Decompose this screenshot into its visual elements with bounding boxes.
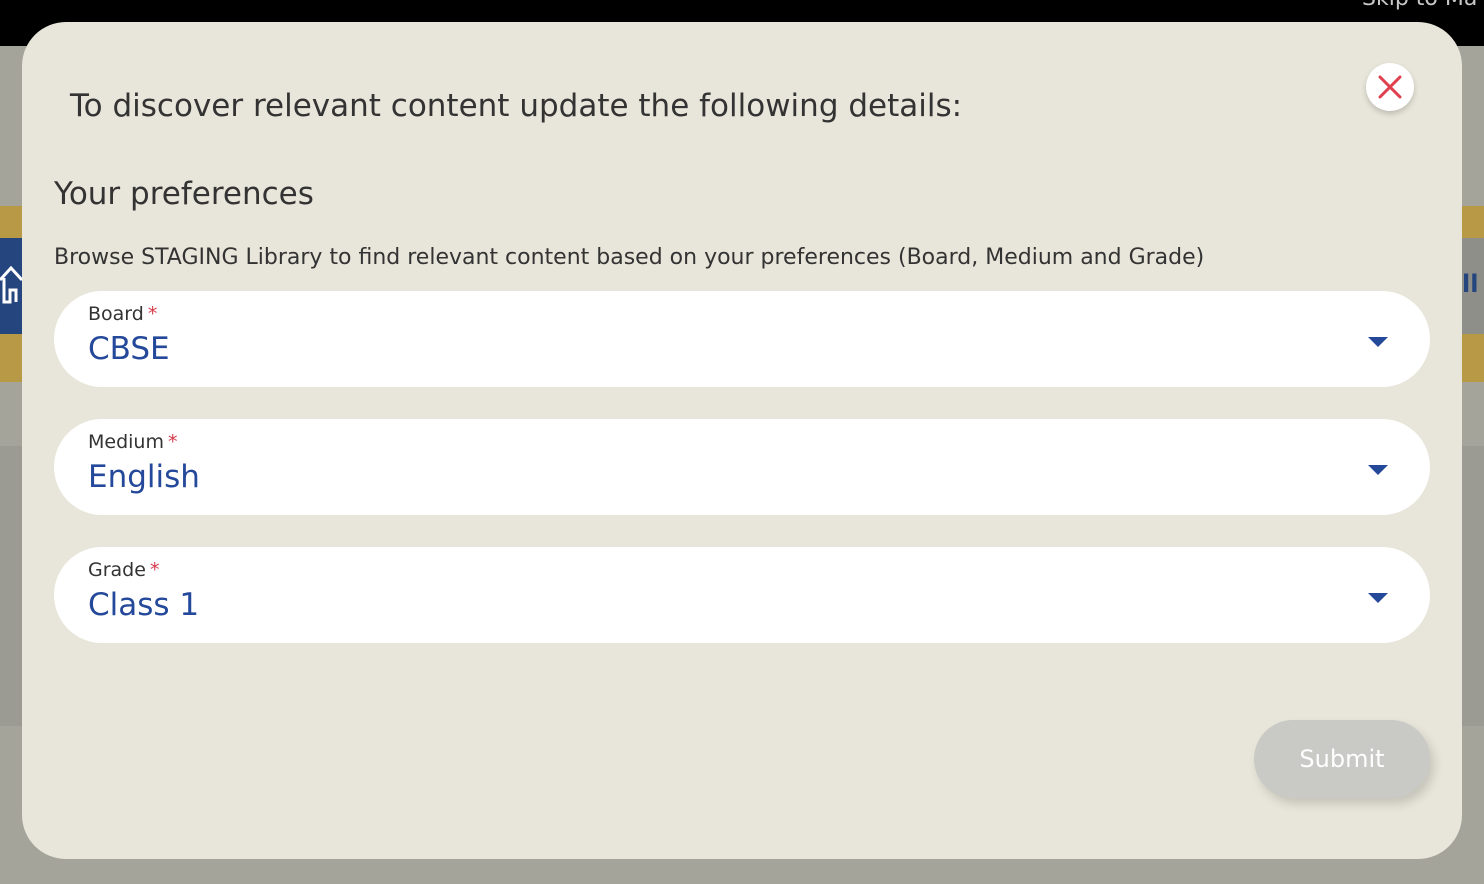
chevron-down-icon: [1368, 465, 1388, 475]
background-right-text: ll: [1462, 270, 1479, 298]
close-icon: [1378, 75, 1402, 99]
grade-label: Grade *: [88, 559, 160, 581]
close-button[interactable]: [1366, 63, 1414, 111]
board-select[interactable]: Board * CBSE: [54, 291, 1430, 387]
required-asterisk: *: [147, 303, 158, 325]
home-icon: [0, 265, 22, 304]
medium-label: Medium *: [88, 431, 178, 453]
chevron-down-icon: [1368, 593, 1388, 603]
section-description: Browse STAGING Library to find relevant …: [54, 245, 1205, 270]
submit-button[interactable]: Submit: [1254, 720, 1430, 798]
board-value: CBSE: [88, 331, 170, 367]
preferences-modal: To discover relevant content update the …: [22, 22, 1462, 859]
section-title: Your preferences: [54, 176, 314, 212]
modal-header: To discover relevant content update the …: [70, 88, 963, 124]
grade-select[interactable]: Grade * Class 1: [54, 547, 1430, 643]
chevron-down-icon: [1368, 337, 1388, 347]
medium-select[interactable]: Medium * English: [54, 419, 1430, 515]
required-asterisk: *: [167, 431, 178, 453]
skip-to-main-link[interactable]: Skip to Ma: [1362, 0, 1477, 11]
required-asterisk: *: [149, 559, 160, 581]
grade-value: Class 1: [88, 587, 200, 623]
board-label: Board *: [88, 303, 158, 325]
medium-value: English: [88, 459, 200, 495]
